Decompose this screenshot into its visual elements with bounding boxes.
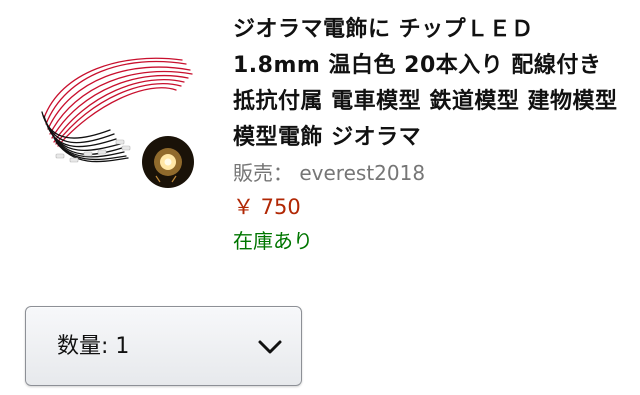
quantity-label: 数量: (57, 334, 109, 359)
chevron-down-icon (258, 340, 282, 354)
availability-status: 在庫あり (233, 229, 313, 253)
product-card: ジオラマ電飾に チップＬＥＤ 1.8mm 温白色 20本入り 配線付き 抵抗付属… (0, 0, 640, 290)
quantity-display: 数量: 1 (57, 332, 129, 362)
seller-name[interactable]: everest2018 (299, 161, 425, 185)
price: ￥ 750 (233, 195, 301, 219)
led-wires-photo (41, 57, 194, 188)
product-title[interactable]: ジオラマ電飾に チップＬＥＤ 1.8mm 温白色 20本入り 配線付き 抵抗付属… (233, 12, 623, 156)
seller-label: 販売： (233, 161, 293, 185)
quantity-value: 1 (115, 334, 130, 359)
seller-info: 販売： everest2018 (233, 158, 425, 188)
quantity-dropdown[interactable]: 数量: 1 (25, 306, 302, 386)
product-image[interactable] (36, 34, 204, 198)
